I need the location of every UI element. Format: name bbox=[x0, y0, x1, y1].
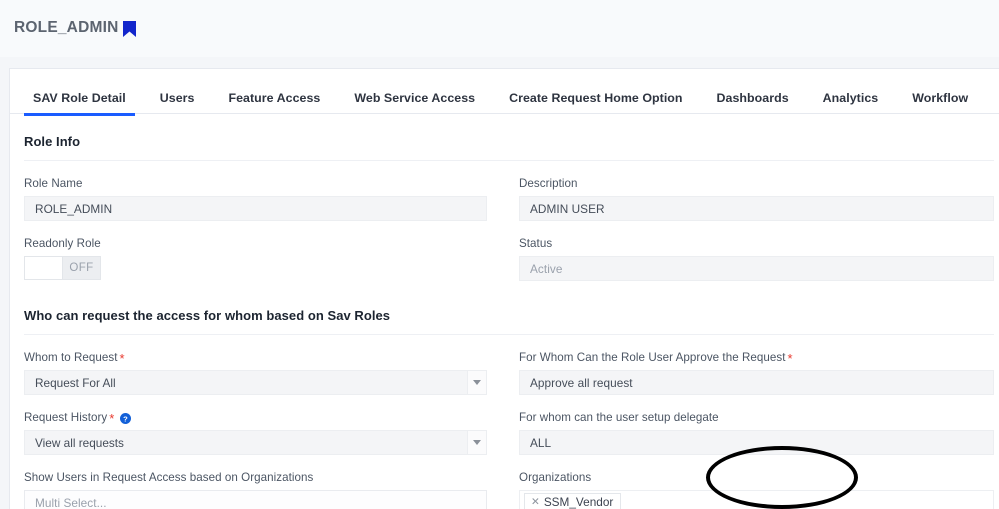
select-request-history-value: View all requests bbox=[35, 435, 124, 450]
field-request-history: Request History * ? View all requests bbox=[24, 395, 509, 455]
input-role-name[interactable]: ROLE_ADMIN bbox=[24, 196, 487, 221]
page-root: ROLE_ADMIN SAV Role Detail Users Feature… bbox=[0, 0, 999, 509]
bookmark-icon bbox=[123, 21, 137, 37]
label-description: Description bbox=[519, 177, 994, 190]
field-show-users-orgs: Show Users in Request Access based on Or… bbox=[24, 455, 509, 509]
field-whom-to-request: Whom to Request * Request For All bbox=[24, 335, 509, 395]
label-show-users-orgs: Show Users in Request Access based on Or… bbox=[24, 471, 487, 484]
chevron-down-icon[interactable] bbox=[467, 431, 486, 454]
required-marker: * bbox=[787, 351, 793, 366]
tab-feature-access[interactable]: Feature Access bbox=[212, 69, 338, 116]
label-whom-to-request: Whom to Request * bbox=[24, 351, 487, 366]
tab-dashboards[interactable]: Dashboards bbox=[700, 69, 806, 116]
label-role-name: Role Name bbox=[24, 177, 487, 190]
help-circle-icon[interactable]: ? bbox=[120, 413, 132, 424]
tab-bar: SAV Role Detail Users Feature Access Web… bbox=[10, 69, 999, 116]
field-role-name: Role Name ROLE_ADMIN bbox=[24, 161, 509, 221]
input-status[interactable]: Active bbox=[519, 256, 994, 281]
label-readonly-role: Readonly Role bbox=[24, 237, 487, 250]
tab-create-request-home-option[interactable]: Create Request Home Option bbox=[492, 69, 699, 116]
tab-sav-role-detail[interactable]: SAV Role Detail bbox=[16, 69, 143, 116]
field-approve-request: For Whom Can the Role User Approve the R… bbox=[509, 335, 994, 395]
section-title-role-info: Role Info bbox=[24, 114, 994, 161]
label-setup-delegate-text: For whom can the user setup delegate bbox=[519, 411, 719, 424]
select-whom-to-request-value: Request For All bbox=[35, 375, 116, 390]
role-info-fields: Role Name ROLE_ADMIN Description ADMIN U… bbox=[24, 161, 994, 284]
field-organizations: Organizations ✕ SSM_Vendor bbox=[509, 455, 994, 509]
select-whom-to-request[interactable]: Request For All bbox=[24, 370, 487, 395]
multiselect-show-users-orgs[interactable]: Multi Select... bbox=[24, 490, 487, 509]
label-request-history-text: Request History bbox=[24, 411, 108, 424]
field-status: Status Active bbox=[509, 221, 994, 284]
content-card: SAV Role Detail Users Feature Access Web… bbox=[9, 68, 999, 509]
svg-text:?: ? bbox=[123, 414, 128, 423]
tab-web-service-access[interactable]: Web Service Access bbox=[337, 69, 492, 116]
chevron-down-icon[interactable] bbox=[467, 371, 486, 394]
field-readonly-role: Readonly Role OFF bbox=[24, 221, 509, 284]
select-setup-delegate[interactable]: ALL bbox=[519, 430, 994, 455]
label-approve-request-text: For Whom Can the Role User Approve the R… bbox=[519, 351, 786, 364]
label-setup-delegate: For whom can the user setup delegate bbox=[519, 411, 994, 424]
chip-organization-label: SSM_Vendor bbox=[543, 495, 614, 509]
toggle-knob bbox=[25, 257, 63, 279]
label-readonly-role-text: Readonly Role bbox=[24, 237, 101, 250]
label-whom-to-request-text: Whom to Request bbox=[24, 351, 118, 364]
input-description[interactable]: ADMIN USER bbox=[519, 196, 994, 221]
label-organizations-text: Organizations bbox=[519, 471, 592, 484]
select-request-history[interactable]: View all requests bbox=[24, 430, 487, 455]
section-title-who-can-request: Who can request the access for whom base… bbox=[24, 284, 994, 335]
multiselect-organizations[interactable]: ✕ SSM_Vendor bbox=[519, 490, 994, 509]
required-marker: * bbox=[119, 351, 125, 366]
label-approve-request: For Whom Can the Role User Approve the R… bbox=[519, 351, 994, 366]
tab-users[interactable]: Users bbox=[143, 69, 212, 116]
label-description-text: Description bbox=[519, 177, 578, 190]
label-status: Status bbox=[519, 237, 994, 250]
required-marker: * bbox=[109, 411, 115, 426]
chip-organization[interactable]: ✕ SSM_Vendor bbox=[524, 493, 622, 509]
label-status-text: Status bbox=[519, 237, 553, 250]
label-role-name-text: Role Name bbox=[24, 177, 83, 190]
close-icon[interactable]: ✕ bbox=[531, 497, 540, 508]
page-title: ROLE_ADMIN bbox=[14, 19, 119, 36]
tab-analytics[interactable]: Analytics bbox=[806, 69, 896, 116]
card-body: Role Info Role Name ROLE_ADMIN Descripti… bbox=[10, 114, 999, 509]
tab-workflow[interactable]: Workflow bbox=[895, 69, 985, 116]
label-show-users-orgs-text: Show Users in Request Access based on Or… bbox=[24, 471, 314, 484]
page-header: ROLE_ADMIN bbox=[0, 0, 999, 57]
select-approve-request[interactable]: Approve all request bbox=[519, 370, 994, 395]
toggle-state-label: OFF bbox=[69, 262, 94, 274]
who-can-request-fields: Whom to Request * Request For All For Wh… bbox=[24, 335, 994, 509]
field-setup-delegate: For whom can the user setup delegate ALL bbox=[509, 395, 994, 455]
field-description: Description ADMIN USER bbox=[509, 161, 994, 221]
label-organizations: Organizations bbox=[519, 471, 994, 484]
toggle-readonly-role[interactable]: OFF bbox=[24, 256, 101, 280]
page-title-wrap: ROLE_ADMIN bbox=[14, 19, 137, 37]
label-request-history: Request History * ? bbox=[24, 411, 487, 426]
